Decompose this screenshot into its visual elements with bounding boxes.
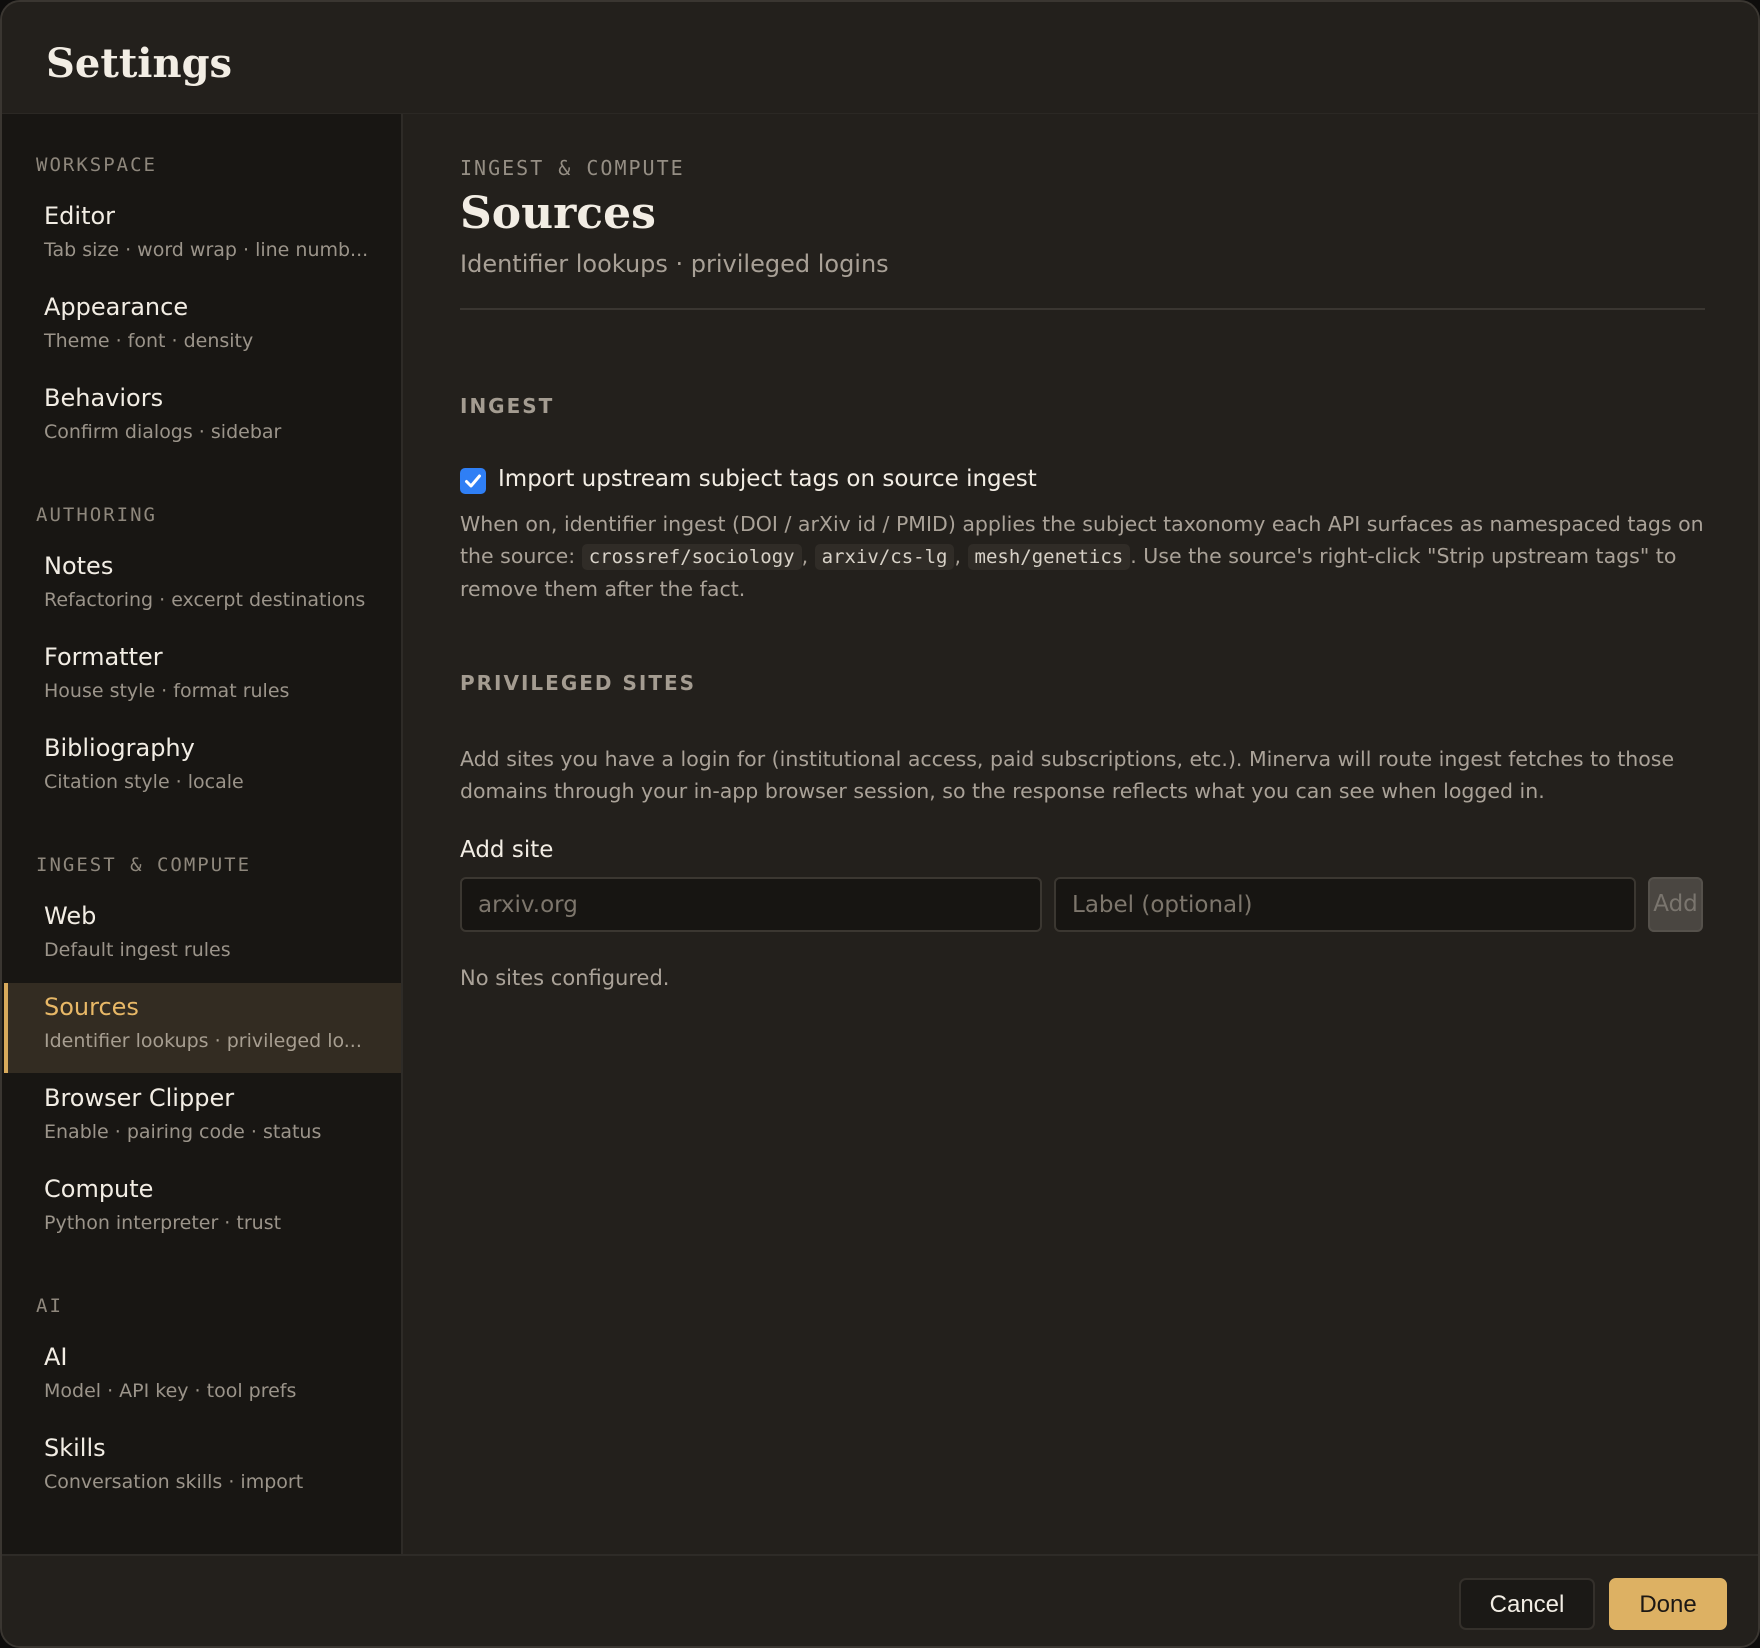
sidebar-item-subtitle: Model · API key · tool prefs	[44, 1380, 297, 1402]
group-label-ai: AI	[36, 1295, 63, 1317]
group-label-ingest-compute: INGEST & COMPUTE	[36, 854, 252, 876]
sidebar-item-subtitle: Conversation skills · import	[44, 1471, 304, 1493]
page-subtitle: Identifier lookups · privileged logins	[460, 250, 889, 278]
sidebar-item-subtitle: Theme · font · density	[44, 330, 254, 352]
sidebar-item-subtitle: Enable · pairing code · status	[44, 1121, 322, 1143]
site-label-input[interactable]	[1054, 877, 1636, 932]
sidebar-item-web[interactable]: Web Default ingest rules	[4, 892, 401, 982]
ingest-heading: INGEST	[460, 394, 555, 418]
sidebar-item-title: Formatter	[44, 643, 163, 671]
sidebar-item-notes[interactable]: Notes Refactoring · excerpt destinations	[4, 542, 401, 632]
sidebar-item-subtitle: Tab size · word wrap · line numb...	[44, 239, 369, 261]
group-label-authoring: AUTHORING	[36, 504, 157, 526]
sidebar-item-title: Editor	[44, 202, 116, 230]
dialog-footer: Cancel Done	[2, 1554, 1758, 1646]
sidebar-item-title: Bibliography	[44, 734, 195, 762]
sidebar-item-appearance[interactable]: Appearance Theme · font · density	[4, 283, 401, 373]
sidebar-item-editor[interactable]: Editor Tab size · word wrap · line numb.…	[4, 192, 401, 282]
sidebar-item-ai[interactable]: AI Model · API key · tool prefs	[4, 1333, 401, 1423]
sidebar-item-subtitle: House style · format rules	[44, 680, 290, 702]
tag-example: crossref/sociology	[581, 544, 802, 570]
sidebar-item-sources[interactable]: Sources Identifier lookups · privileged …	[4, 983, 401, 1073]
add-site-label: Add site	[460, 837, 554, 863]
settings-sidebar: WORKSPACE Editor Tab size · word wrap · …	[2, 114, 403, 1554]
add-site-button[interactable]: Add	[1648, 877, 1703, 932]
sidebar-item-title: Compute	[44, 1175, 154, 1203]
sidebar-item-subtitle: Confirm dialogs · sidebar	[44, 421, 282, 443]
header-divider	[460, 308, 1705, 310]
sidebar-item-title: Skills	[44, 1434, 106, 1462]
settings-window: Settings WORKSPACE Editor Tab size · wor…	[0, 0, 1760, 1648]
sidebar-item-title: Appearance	[44, 293, 189, 321]
sidebar-item-compute[interactable]: Compute Python interpreter · trust	[4, 1165, 401, 1255]
privileged-sites-description: Add sites you have a login for (institut…	[460, 747, 1675, 803]
sidebar-item-browser-clipper[interactable]: Browser Clipper Enable · pairing code · …	[4, 1074, 401, 1164]
section-eyebrow: INGEST & COMPUTE	[460, 156, 685, 180]
sidebar-item-bibliography[interactable]: Bibliography Citation style · locale	[4, 724, 401, 814]
window-title: Settings	[46, 40, 233, 87]
sidebar-item-subtitle: Identifier lookups · privileged lo...	[44, 1030, 362, 1052]
tag-example: mesh/genetics	[967, 544, 1131, 570]
sidebar-item-subtitle: Default ingest rules	[44, 939, 231, 961]
import-tags-label: Import upstream subject tags on source i…	[498, 466, 1037, 492]
import-tags-checkbox[interactable]	[460, 468, 486, 494]
sidebar-item-subtitle: Python interpreter · trust	[44, 1212, 282, 1234]
page-title: Sources	[460, 188, 656, 239]
sidebar-item-title: Behaviors	[44, 384, 164, 412]
sidebar-item-title: Browser Clipper	[44, 1084, 235, 1112]
ingest-description: When on, identifier ingest (DOI / arXiv …	[460, 512, 1704, 601]
sidebar-item-title: Sources	[44, 993, 139, 1021]
cancel-button[interactable]: Cancel	[1459, 1578, 1595, 1630]
sidebar-item-subtitle: Refactoring · excerpt destinations	[44, 589, 366, 611]
sidebar-item-subtitle: Citation style · locale	[44, 771, 244, 793]
group-label-workspace: WORKSPACE	[36, 154, 157, 176]
checkmark-icon	[465, 474, 481, 488]
title-bar: Settings	[2, 2, 1758, 114]
sidebar-item-behaviors[interactable]: Behaviors Confirm dialogs · sidebar	[4, 374, 401, 464]
tag-example: arxiv/cs-lg	[814, 544, 955, 570]
empty-sites-message: No sites configured.	[460, 966, 670, 990]
privileged-sites-heading: PRIVILEGED SITES	[460, 671, 697, 695]
sidebar-item-formatter[interactable]: Formatter House style · format rules	[4, 633, 401, 723]
settings-content: INGEST & COMPUTE Sources Identifier look…	[404, 114, 1758, 1554]
site-domain-input[interactable]	[460, 877, 1042, 932]
sidebar-item-skills[interactable]: Skills Conversation skills · import	[4, 1424, 401, 1514]
sidebar-item-title: Notes	[44, 552, 114, 580]
done-button[interactable]: Done	[1609, 1578, 1727, 1630]
sidebar-item-title: Web	[44, 902, 97, 930]
sidebar-item-title: AI	[44, 1343, 68, 1371]
